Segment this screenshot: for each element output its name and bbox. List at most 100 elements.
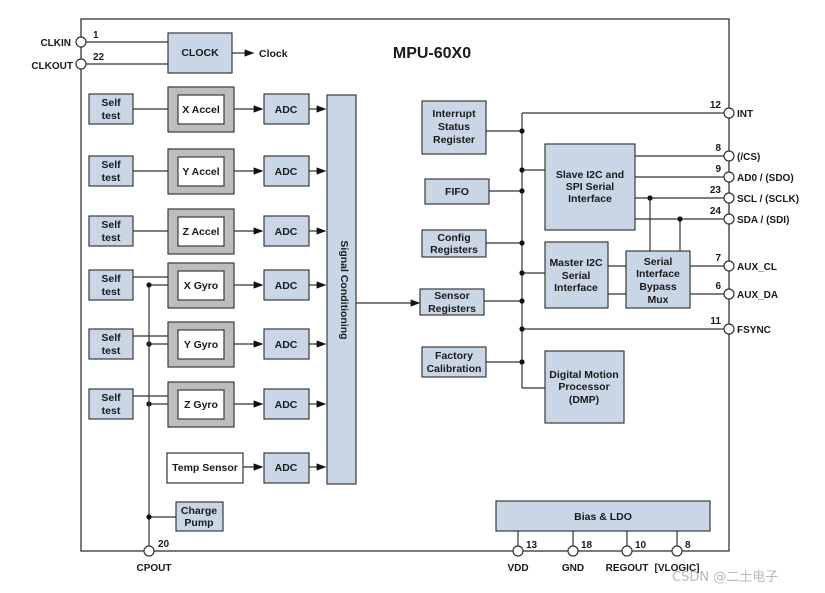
pin-clkout[interactable] [75,58,87,70]
self-test-label-1: Self [101,273,121,285]
pin-cpout-number: 20 [158,539,170,550]
pin-circle[interactable] [723,288,735,300]
adc-label: ADC [275,280,298,292]
pin-number: 6 [715,281,721,292]
bypass-label-3: Bypass [639,281,677,293]
pin-label: SCL / (SCLK) [737,194,799,205]
pin-number: 18 [581,540,593,551]
pin-label: GND [562,563,584,574]
sensor-label: X Gyro [184,280,218,292]
self-test-label-2: test [102,232,121,244]
pin-clkout-label: CLKOUT [31,61,73,72]
watermark: CSDN @二土电子 [672,570,778,585]
self-test-label-2: test [102,405,121,417]
pin-circle[interactable] [723,192,735,204]
self-test-label-2: test [102,345,121,357]
sensor-label: Z Accel [183,226,220,238]
register-blocks: Interrupt Status Register FIFO Config Re… [419,100,490,378]
bottom-pin[interactable]: 13 VDD [507,531,538,574]
adc-label: ADC [275,226,298,238]
right-pin[interactable]: 6 AUX_DA [715,281,778,301]
pin-number: 7 [715,253,721,264]
right-pin[interactable]: 7 AUX_CL [715,253,777,273]
sensor-row: Selftest Y Gyro ADC [88,321,327,368]
bottom-pin[interactable]: 10 REGOUT [606,531,649,574]
dmp-label-1: Digital Motion [549,369,618,381]
adc-label: ADC [275,104,298,116]
clock-block-label: CLOCK [181,47,219,59]
pin-label: AUX_CL [737,262,777,273]
pin-clkin-number: 1 [93,30,99,41]
pin-circle[interactable] [671,545,683,557]
pin-label: INT [737,109,753,120]
pin-circle[interactable] [567,545,579,557]
bypass-label-4: Mux [648,294,669,306]
slave-if-label-2: SPI Serial [566,181,615,193]
self-test-label-2: test [102,286,121,298]
pin-number: 23 [710,185,722,196]
pin-circle[interactable] [723,107,735,119]
pin-circle[interactable] [723,260,735,272]
pin-circle[interactable] [723,171,735,183]
interrupt-label-2: Status [438,121,470,133]
pin-cpout-label: CPOUT [137,563,172,574]
sensor-label: Y Accel [182,166,219,178]
pin-clkin-label: CLKIN [40,38,71,49]
factory-label-1: Factory [435,350,473,362]
sensor-label: Y Gyro [184,339,218,351]
pin-label: REGOUT [606,563,649,574]
pin-number: 13 [526,540,538,551]
right-pin[interactable]: 11 FSYNC [710,316,770,336]
pin-label: (/CS) [737,152,760,163]
bottom-pin[interactable]: 18 GND [562,531,593,574]
pin-circle[interactable] [723,150,735,162]
right-pin[interactable]: 24 SDA / (SDI) [710,206,790,226]
pin-cpout[interactable] [143,545,155,557]
pin-number: 24 [710,206,722,217]
pin-label: VDD [507,563,528,574]
charge-pump-label-2: Pump [184,517,213,529]
master-if-label-3: Interface [554,282,598,294]
self-test-label-2: test [102,172,121,184]
sensor-label: X Accel [182,104,220,116]
right-pin[interactable]: 12 INT [710,100,753,120]
adc-label: ADC [275,399,298,411]
pin-clkin[interactable] [75,36,87,48]
chip-title: MPU-60X0 [393,45,471,62]
pin-circle[interactable] [723,323,735,335]
sensor-row: Selftest X Accel ADC [88,86,327,133]
self-test-label-1: Self [101,392,121,404]
pin-circle[interactable] [723,213,735,225]
bypass-label-1: Serial [644,256,673,268]
bypass-label-2: Interface [636,268,680,280]
clock-section: CLKIN CLKOUT 1 22 CLOCK Clock [31,30,288,74]
pin-circle[interactable] [621,545,633,557]
pin-number: 8 [715,143,721,154]
fifo-label: FIFO [445,186,469,198]
pin-circle[interactable] [512,545,524,557]
adc-label: ADC [275,339,298,351]
pin-label: AD0 / (SDO) [737,173,794,184]
sensor-label: Z Gyro [184,399,218,411]
temp-sensor-label: Temp Sensor [172,462,238,474]
right-pin[interactable]: 8 (/CS) [715,143,760,163]
slave-if-label-3: Interface [568,193,612,205]
pin-clkout-number: 22 [93,52,105,63]
bias-ldo-label: Bias & LDO [574,511,632,523]
self-test-label-1: Self [101,159,121,171]
pin-number: 10 [635,540,647,551]
dmp-label-2: Processor [558,381,609,393]
sensor-row: Selftest Y Accel ADC [88,148,327,195]
pin-number: 11 [710,316,721,327]
master-if-label-1: Master I2C [549,257,603,269]
bottom-pin[interactable]: 8[VLOGIC] [655,531,700,574]
self-test-label-1: Self [101,97,121,109]
self-test-label-1: Self [101,219,121,231]
interrupt-label-3: Register [433,134,475,146]
config-label-2: Registers [430,244,478,256]
temp-adc-label: ADC [275,462,298,474]
sensor-row: Selftest X Gyro ADC [88,262,327,309]
right-pin[interactable]: 9 AD0 / (SDO) [715,164,793,184]
clock-output-label: Clock [259,48,288,60]
right-pin[interactable]: 23 SCL / (SCLK) [710,185,799,205]
